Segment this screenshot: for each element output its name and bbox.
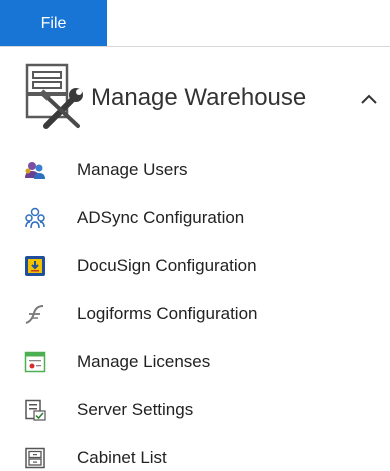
menu-item-label: Manage Users: [77, 160, 188, 179]
docusign-icon: [25, 256, 45, 276]
warehouse-menu-list: Manage Users ADSync Configuration DocuSi…: [0, 148, 390, 471]
group-title: Manage Warehouse: [91, 84, 307, 111]
logiforms-icon: [25, 305, 44, 324]
menu-item-label: Cabinet List: [77, 448, 167, 467]
menu-item-manage-users[interactable]: Manage Users: [0, 148, 390, 196]
menu-item-logiforms-configuration[interactable]: Logiforms Configuration: [0, 292, 390, 340]
menu-item-cabinet-list[interactable]: Cabinet List: [0, 436, 390, 471]
file-tab[interactable]: File: [0, 0, 107, 47]
ribbon-divider: [0, 46, 390, 47]
menu-item-label: Server Settings: [77, 400, 194, 419]
menu-item-label: ADSync Configuration: [77, 208, 245, 227]
cabinet-icon: [25, 447, 45, 469]
menu-item-adsync-configuration[interactable]: ADSync Configuration: [0, 196, 390, 244]
menu-item-label: Manage Licenses: [77, 352, 211, 371]
license-icon: [24, 351, 46, 373]
adsync-users-icon: [25, 207, 45, 229]
users-icon: [25, 162, 45, 179]
chevron-up-icon[interactable]: [360, 92, 378, 106]
warehouse-tools-icon: [25, 63, 83, 129]
menu-item-label: Logiforms Configuration: [77, 304, 258, 323]
menu-item-server-settings[interactable]: Server Settings: [0, 388, 390, 436]
server-settings-icon: [25, 399, 46, 421]
menu-item-label: DocuSign Configuration: [77, 256, 257, 275]
ribbon-bar: File: [0, 0, 390, 47]
manage-warehouse-group-header[interactable]: Manage Warehouse: [24, 62, 390, 146]
menu-item-docusign-configuration[interactable]: DocuSign Configuration: [0, 244, 390, 292]
app-window: File Manage Warehouse Manage Users ADSyn…: [0, 0, 390, 471]
menu-item-manage-licenses[interactable]: Manage Licenses: [0, 340, 390, 388]
